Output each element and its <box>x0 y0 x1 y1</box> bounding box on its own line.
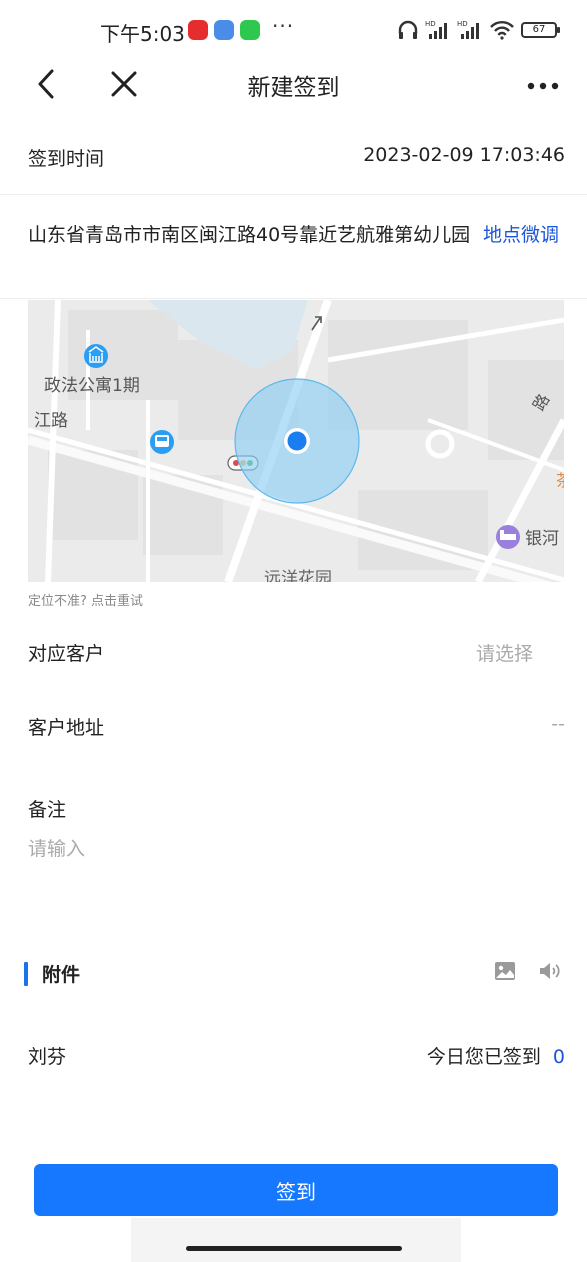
today-checkin-info: 今日您已签到 0 <box>427 1042 565 1069</box>
netease-music-icon <box>188 20 208 40</box>
more-icon[interactable] <box>523 66 563 102</box>
checkin-time-label: 签到时间 <box>28 148 105 170</box>
customer-select[interactable]: 请选择 <box>476 639 533 666</box>
locate-retry-link[interactable]: 定位不准? 点击重试 <box>28 590 143 609</box>
status-more-icon: ··· <box>272 14 295 38</box>
attachment-title: 附件 <box>42 964 81 986</box>
checkin-time-value: 2023-02-09 17:03:46 <box>363 144 565 166</box>
home-indicator[interactable] <box>186 1246 402 1251</box>
checkin-submit-button[interactable]: 签到 <box>34 1164 558 1216</box>
customer-address-label: 客户地址 <box>28 717 105 739</box>
user-name: 刘芬 <box>28 1046 67 1068</box>
battery-icon: 67 <box>521 22 560 38</box>
game-app-icon <box>214 20 234 40</box>
audio-icon[interactable] <box>538 961 562 981</box>
today-checkin-label: 今日您已签到 <box>426 1046 541 1068</box>
location-address: 山东省青岛市市南区闽江路40号靠近艺航雅第幼儿园 <box>28 224 471 246</box>
svg-text:HD: HD <box>425 20 436 28</box>
customer-label: 对应客户 <box>28 643 105 665</box>
nav-bar: 新建签到 <box>0 62 587 106</box>
status-bar: 下午5:03 ··· HD HD 67 <box>0 0 587 62</box>
checkin-time-row: 签到时间 2023-02-09 17:03:46 <box>28 144 565 171</box>
headphone-icon <box>398 20 418 39</box>
svg-text:HD: HD <box>457 20 468 28</box>
status-time: 下午5:03 <box>100 22 185 46</box>
map-canvas: 政法公寓1期 江路 银河 远洋花园 路 茶 <box>28 300 564 582</box>
today-checkin-count: 0 <box>552 1046 565 1068</box>
section-marker <box>24 962 28 986</box>
divider <box>0 298 587 299</box>
map-road-label: 江路 <box>34 411 68 431</box>
adjust-location-link[interactable]: 地点微调 <box>483 220 559 250</box>
map-garden-label: 远洋花园 <box>264 569 332 582</box>
system-nav-area <box>131 1218 461 1262</box>
remark-input[interactable]: 请输入 <box>28 834 85 861</box>
map-edge-label: 茶 <box>556 471 564 490</box>
customer-address-value: -- <box>551 713 565 735</box>
page-title: 新建签到 <box>247 75 340 101</box>
signal-icon: HD <box>425 20 447 39</box>
image-icon[interactable] <box>494 961 516 981</box>
map-hotel-label: 银河 <box>525 529 559 549</box>
location-map[interactable]: 政法公寓1期 江路 银河 远洋花园 路 茶 <box>28 300 564 582</box>
wifi-icon <box>490 21 514 40</box>
status-right: HD HD 67 <box>397 20 560 40</box>
divider <box>0 194 587 195</box>
map-poi-label: 政法公寓1期 <box>44 376 140 396</box>
wechat-icon <box>240 20 260 40</box>
remark-label: 备注 <box>28 799 67 821</box>
signal-icon: HD <box>457 20 479 39</box>
